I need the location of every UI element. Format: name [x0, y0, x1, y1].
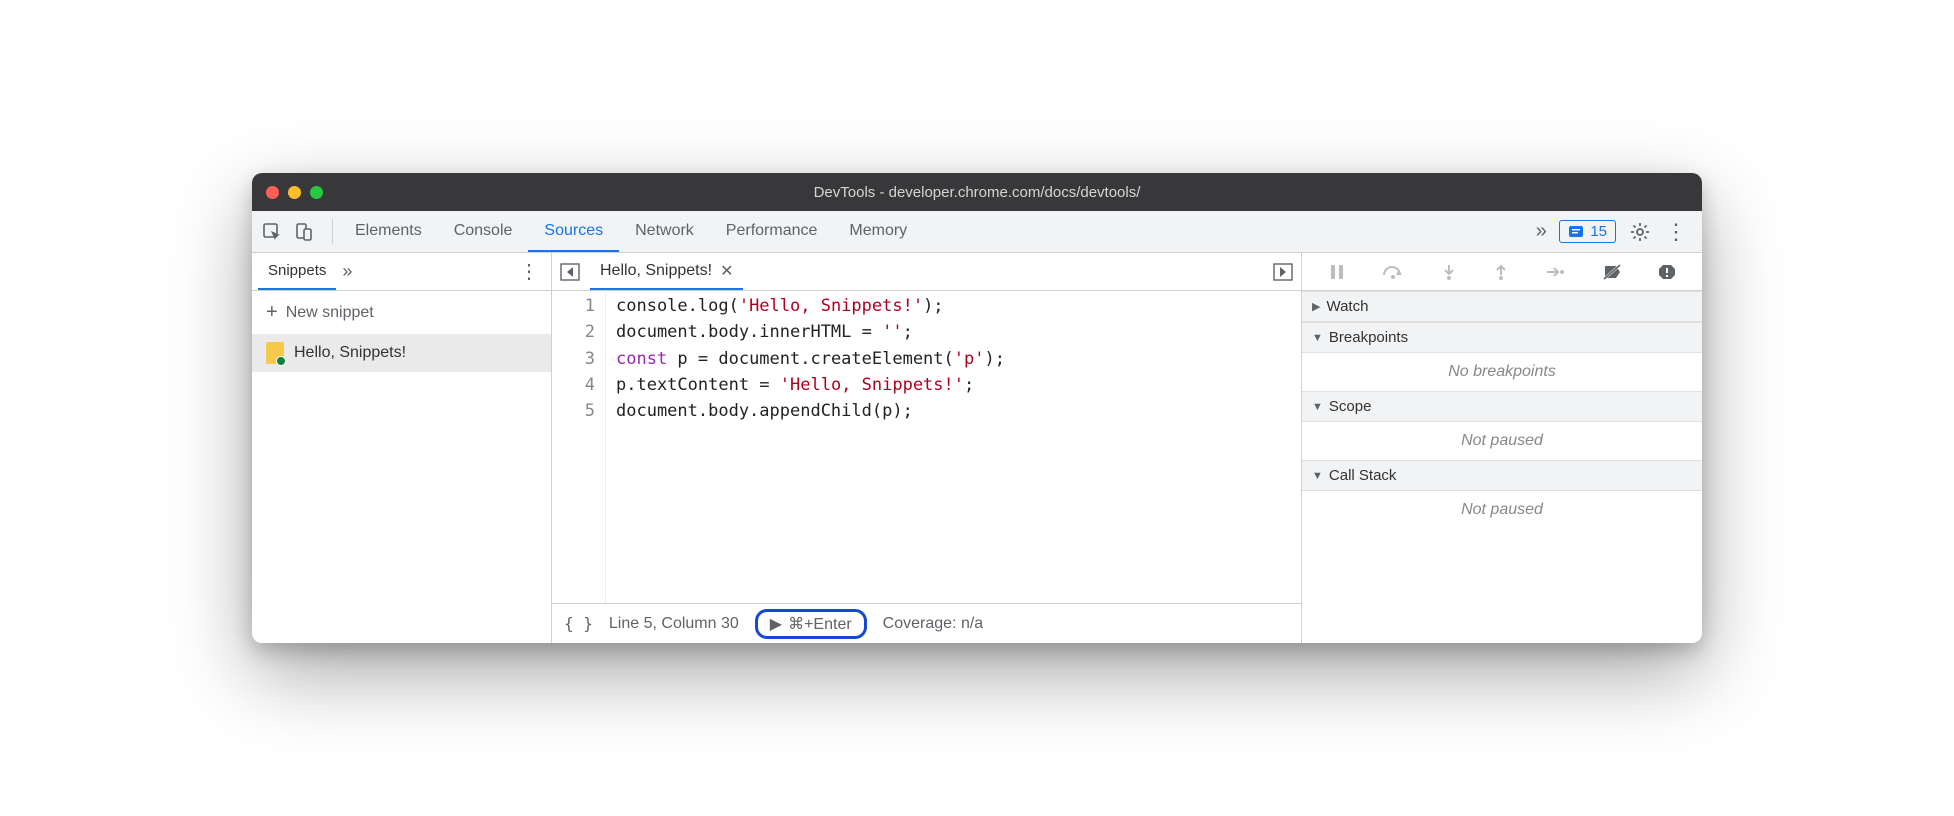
- new-snippet-label: New snippet: [286, 304, 374, 322]
- step-out-icon[interactable]: [1493, 263, 1509, 281]
- more-navigator-tabs-icon[interactable]: »: [342, 261, 352, 282]
- settings-icon[interactable]: [1628, 220, 1652, 244]
- tab-network[interactable]: Network: [619, 211, 710, 252]
- run-shortcut-label: ⌘+Enter: [788, 614, 852, 634]
- navigator-header: Snippets » ⋮: [252, 253, 551, 291]
- divider: [332, 219, 333, 244]
- disclosure-triangle-icon: ▼: [1312, 332, 1323, 344]
- window-title: DevTools - developer.chrome.com/docs/dev…: [252, 184, 1702, 201]
- section-label: Scope: [1329, 398, 1372, 415]
- minimize-window-icon[interactable]: [288, 186, 301, 199]
- section-body: No breakpoints: [1302, 353, 1702, 391]
- more-tabs-icon[interactable]: »: [1529, 220, 1553, 244]
- titlebar: DevTools - developer.chrome.com/docs/dev…: [252, 173, 1702, 211]
- tab-elements[interactable]: Elements: [339, 211, 438, 252]
- call-stack-section[interactable]: ▼ Call Stack: [1302, 460, 1702, 491]
- tab-memory[interactable]: Memory: [833, 211, 923, 252]
- close-tab-icon[interactable]: ✕: [720, 261, 733, 281]
- debugger-toolbar: [1302, 253, 1702, 291]
- line-gutter: 12345: [552, 293, 606, 603]
- section-label: Breakpoints: [1329, 329, 1408, 346]
- play-icon: ▶: [770, 614, 782, 634]
- issues-count: 15: [1590, 223, 1607, 240]
- main-toolbar: ElementsConsoleSourcesNetworkPerformance…: [252, 211, 1702, 253]
- plus-icon: +: [266, 301, 278, 324]
- section-label: Watch: [1326, 298, 1368, 315]
- section-body: Not paused: [1302, 422, 1702, 460]
- disclosure-triangle-icon: ▼: [1312, 470, 1323, 482]
- file-tab[interactable]: Hello, Snippets! ✕: [590, 253, 743, 290]
- editor-pane: Hello, Snippets! ✕ 12345 console.log('He…: [552, 253, 1302, 643]
- code-content: console.log('Hello, Snippets!');document…: [606, 293, 1005, 603]
- device-toggle-icon[interactable]: [292, 220, 316, 244]
- pause-on-exceptions-icon[interactable]: [1658, 263, 1676, 281]
- snippet-item-label: Hello, Snippets!: [294, 344, 406, 362]
- hide-debugger-icon[interactable]: [1273, 263, 1293, 281]
- editor-footer: { } Line 5, Column 30 ▶ ⌘+Enter Coverage…: [552, 603, 1301, 643]
- breakpoints-section[interactable]: ▼ Breakpoints: [1302, 322, 1702, 353]
- inspect-element-icon[interactable]: [260, 220, 284, 244]
- run-snippet-button[interactable]: ▶ ⌘+Enter: [755, 609, 867, 639]
- issues-button[interactable]: 15: [1559, 220, 1616, 243]
- hide-navigator-icon[interactable]: [560, 263, 580, 281]
- zoom-window-icon[interactable]: [310, 186, 323, 199]
- kebab-menu-icon[interactable]: ⋮: [1664, 220, 1688, 244]
- navigator-pane: Snippets » ⋮ + New snippet Hello, Snippe…: [252, 253, 552, 643]
- section-body: Not paused: [1302, 491, 1702, 529]
- step-over-icon[interactable]: [1382, 263, 1404, 281]
- cursor-position: Line 5, Column 30: [609, 615, 739, 633]
- new-snippet-button[interactable]: + New snippet: [252, 291, 551, 334]
- coverage-label: Coverage: n/a: [883, 615, 984, 633]
- tab-performance[interactable]: Performance: [710, 211, 834, 252]
- snippets-tab[interactable]: Snippets: [258, 253, 336, 290]
- navigator-menu-icon[interactable]: ⋮: [513, 259, 545, 284]
- watch-section[interactable]: ▶ Watch: [1302, 291, 1702, 322]
- tab-console[interactable]: Console: [438, 211, 529, 252]
- editor-header: Hello, Snippets! ✕: [552, 253, 1301, 291]
- pause-icon[interactable]: [1328, 263, 1346, 281]
- step-icon[interactable]: [1545, 263, 1565, 281]
- step-into-icon[interactable]: [1441, 263, 1457, 281]
- file-tab-label: Hello, Snippets!: [600, 262, 712, 280]
- disclosure-triangle-icon: ▶: [1312, 300, 1320, 313]
- close-window-icon[interactable]: [266, 186, 279, 199]
- main-area: Snippets » ⋮ + New snippet Hello, Snippe…: [252, 253, 1702, 643]
- devtools-window: DevTools - developer.chrome.com/docs/dev…: [252, 173, 1702, 643]
- deactivate-breakpoints-icon[interactable]: [1602, 263, 1622, 281]
- code-editor[interactable]: 12345 console.log('Hello, Snippets!');do…: [552, 291, 1301, 603]
- debugger-pane: ▶ Watch ▼ Breakpoints No breakpoints ▼ Scope No…: [1302, 253, 1702, 643]
- scope-section[interactable]: ▼ Scope: [1302, 391, 1702, 422]
- section-label: Call Stack: [1329, 467, 1397, 484]
- traffic-lights: [266, 186, 323, 199]
- disclosure-triangle-icon: ▼: [1312, 401, 1323, 413]
- pretty-print-button[interactable]: { }: [564, 614, 593, 633]
- snippet-item[interactable]: Hello, Snippets!: [252, 334, 551, 372]
- panel-tabs: ElementsConsoleSourcesNetworkPerformance…: [339, 211, 1529, 252]
- tab-sources[interactable]: Sources: [528, 211, 619, 252]
- snippet-file-icon: [266, 342, 284, 364]
